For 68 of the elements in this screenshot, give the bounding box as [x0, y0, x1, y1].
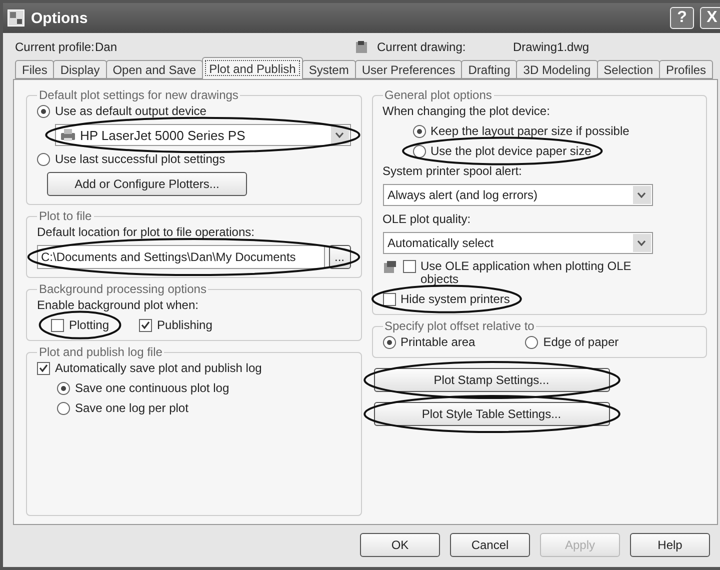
checkbox[interactable]	[37, 362, 50, 374]
group-title: General plot options	[384, 88, 493, 102]
ole-quality-dropdown[interactable]: Automatically select	[382, 232, 652, 254]
radio-circle[interactable]	[412, 144, 426, 158]
tab[interactable]: Display	[53, 60, 107, 79]
checkbox[interactable]	[139, 318, 152, 332]
help-button[interactable]: ?	[670, 7, 694, 29]
group-title: Specify plot offset relative to	[384, 319, 536, 333]
configure-plotters-button[interactable]: Add or Configure Plotters...	[47, 172, 247, 196]
spool-alert-dropdown[interactable]: Always alert (and log errors)	[382, 184, 652, 206]
device-value: HP LaserJet 5000 Series PS	[80, 128, 246, 142]
group-title: Background processing options	[38, 282, 208, 296]
group-title: Plot to file	[38, 209, 93, 223]
field-label: System printer spool alert:	[382, 164, 523, 178]
radio-circle[interactable]	[57, 382, 70, 394]
drawing-icon	[355, 40, 369, 54]
checkbox-option[interactable]: Publishing	[139, 318, 212, 332]
tab[interactable]: Selection	[596, 60, 660, 79]
tab[interactable]: System	[302, 60, 356, 79]
radio-circle[interactable]	[57, 402, 70, 414]
tab[interactable]: Open and Save	[106, 60, 204, 79]
checkbox-option[interactable]: Automatically save plot and publish log	[37, 361, 350, 375]
tab[interactable]: Drafting	[461, 60, 518, 79]
settings-button[interactable]: Plot Style Table Settings...	[374, 402, 610, 426]
checkbox[interactable]	[382, 292, 396, 306]
window-title: Options	[31, 10, 89, 26]
radio-option[interactable]: Use last successful plot settings	[37, 152, 350, 166]
tab[interactable]: 3D Modeling	[516, 60, 598, 79]
radio-circle[interactable]	[525, 336, 538, 348]
checkbox[interactable]	[402, 260, 416, 273]
group-title: Plot and publish log file	[38, 345, 164, 359]
radio-option[interactable]: Printable area	[382, 335, 476, 349]
profile-label: Current profile:	[15, 40, 95, 54]
profile-value: Dan	[95, 40, 118, 54]
field-label: Enable background plot when:	[37, 298, 200, 312]
dropdown-value: Always alert (and log errors)	[388, 188, 538, 202]
printer-icon	[60, 128, 76, 142]
radio-option[interactable]: Keep the layout paper size if possible	[412, 124, 630, 138]
path-field[interactable]: C:\Documents and Settings\Dan\My Documents	[37, 245, 324, 269]
tab[interactable]: Profiles	[659, 60, 714, 79]
radio-option[interactable]: Save one log per plot	[57, 401, 350, 415]
field-label: OLE plot quality:	[382, 212, 472, 226]
group-title: Default plot settings for new drawings	[38, 88, 240, 102]
tab[interactable]: User Preferences	[354, 60, 462, 79]
dialog-button[interactable]: OK	[360, 533, 440, 557]
radio-option[interactable]: Edge of paper	[525, 335, 619, 349]
checkbox-option[interactable]: Use OLE application when plotting OLE objects	[402, 260, 632, 286]
drawing-label: Current drawing:	[377, 40, 467, 54]
radio-circle[interactable]	[382, 336, 396, 348]
drawing-value: Drawing1.dwg	[513, 40, 590, 54]
radio-option[interactable]: Save one continuous plot log	[57, 381, 350, 395]
radio-option[interactable]: Use as default output device	[37, 104, 350, 118]
ole-icon	[382, 260, 396, 274]
radio-circle[interactable]	[412, 124, 426, 138]
tab[interactable]: Plot and Publish	[202, 57, 303, 79]
settings-button[interactable]: Plot Stamp Settings...	[374, 368, 610, 392]
tab[interactable]: Files	[15, 60, 54, 79]
field-label: Default location for plot to file operations:	[37, 225, 256, 239]
field-label: When changing the plot device:	[382, 104, 551, 118]
app-icon	[7, 9, 25, 27]
radio-circle[interactable]	[37, 152, 50, 166]
dropdown-value: Automatically select	[388, 236, 494, 250]
radio-circle[interactable]	[37, 104, 50, 118]
checkbox[interactable]	[51, 318, 64, 332]
dialog-button[interactable]: Cancel	[450, 533, 530, 557]
close-button[interactable]: X	[700, 7, 720, 29]
dialog-button[interactable]: Help	[630, 533, 710, 557]
device-dropdown[interactable]: HP LaserJet 5000 Series PS	[55, 124, 350, 146]
